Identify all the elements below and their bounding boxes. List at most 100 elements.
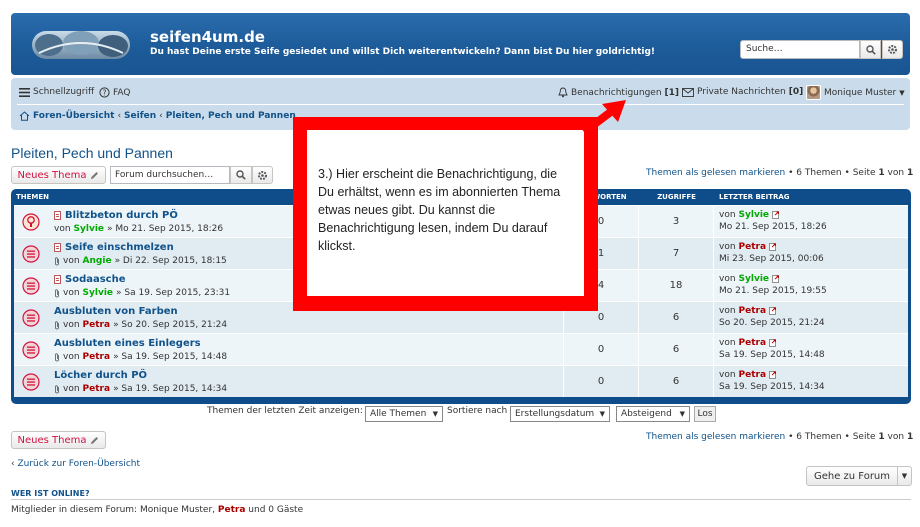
site-logo[interactable] [29,25,133,65]
chevron-left-icon: ‹ [11,459,15,469]
last-post-cell: von Sylvie Mo 21. Sep 2015, 19:55 [714,270,908,301]
topic-cell: Löcher durch PÖ von Petra» Sa 19. Sep 2015… [14,366,564,397]
last-post-date: Sa 19. Sep 2015, 14:34 [719,382,825,392]
go-to-post-icon[interactable] [769,243,777,251]
breadcrumb-item-index[interactable]: Foren-Übersicht [33,111,114,121]
topic-title[interactable]: Seife einschmelzen [65,242,174,253]
user-menu[interactable]: Monique Muster ▼ [806,85,905,100]
topic-author[interactable]: Sylvie [74,224,105,234]
svg-text:?: ? [103,88,107,97]
topic-meta: von Petra» Sa 19. Sep 2015, 14:34 [54,384,227,394]
page-title[interactable]: Pleiten, Pech und Pannen [11,145,173,161]
forum-advanced-search-button[interactable] [252,166,273,184]
topic-date: » So 20. Sep 2015, 21:24 [113,320,228,330]
go-to-post-icon[interactable] [769,371,777,379]
sort-order-value: Absteigend [621,409,672,419]
topic-author[interactable]: Sylvie [83,288,114,298]
home-icon [19,111,30,121]
last-post-author[interactable]: Sylvie [739,273,770,285]
forum-search-input[interactable]: Forum durchsuchen… [110,166,230,184]
back-to-index-link[interactable]: ‹ Zurück zur Foren-Übersicht [11,459,140,469]
envelope-icon [682,87,694,97]
topic-meta: von Petra» Sa 19. Sep 2015, 14:48 [54,352,227,362]
online-suffix: und 0 Gäste [248,505,304,515]
breadcrumb-item-seifen[interactable]: Seifen [124,111,156,121]
faq-link[interactable]: ? FAQ [99,87,130,98]
hamburger-icon [19,87,30,97]
topic-title[interactable]: Löcher durch PÖ [54,370,147,381]
site-title[interactable]: seifen4um.de [150,28,265,46]
page-label: Seite [852,432,876,442]
topic-row: Ausbluten eines Einlegers von Petra» Sa 19… [14,333,908,365]
breadcrumb-separator: ‹ [117,111,122,121]
online-user-petra[interactable]: Petra [218,505,246,515]
views-count: 18 [639,270,714,301]
gear-icon [258,170,267,180]
topic-meta: von Angie» Di 22. Sep 2015, 18:15 [54,256,227,266]
topic-date: » Di 22. Sep 2015, 18:15 [114,256,227,266]
last-post-author[interactable]: Petra [739,241,767,253]
chevron-down-icon: ▼ [897,467,911,485]
annotation-box: 3.) Hier erscheint die Benachrichtigung,… [293,117,598,311]
topic-title[interactable]: Ausbluten von Farben [54,306,178,317]
last-post-user-line: von Sylvie [719,209,903,221]
new-topic-button[interactable]: Neues Thema [11,166,106,184]
site-description: Du hast Deine erste Seife gesiedet und w… [150,47,656,57]
search-button[interactable] [860,40,881,59]
topic-author[interactable]: Petra [83,352,111,362]
go-to-post-icon[interactable] [769,307,777,315]
quicklinks-menu[interactable]: Schnellzugriff [19,87,94,97]
topic-date: » Sa 19. Sep 2015, 23:31 [116,288,231,298]
jump-to-forum-button[interactable]: Gehe zu Forum ▼ [806,466,912,486]
sort-order-select[interactable]: Absteigend ▼ [616,406,690,422]
go-to-post-icon[interactable] [769,339,777,347]
topic-author[interactable]: Petra [83,384,111,394]
topic-title[interactable]: Blitzbeton durch PÖ [65,210,178,221]
advanced-search-button[interactable] [882,40,903,59]
jump-label: Gehe zu Forum [813,470,891,482]
last-post-by: von [719,370,736,380]
views-count: 3 [639,206,714,237]
topic-title[interactable]: Sodaasche [65,274,126,285]
private-messages-link[interactable]: Private Nachrichten [0] [682,87,803,97]
last-post-date: Mi 23. Sep 2015, 00:06 [719,254,824,264]
last-post-author[interactable]: Petra [739,337,767,349]
topic-author[interactable]: Angie [83,256,112,266]
topic-icon [22,245,40,263]
page-label: Seite [852,168,876,178]
timeframe-select[interactable]: Alle Themen ▼ [365,406,443,422]
topic-date: » Sa 19. Sep 2015, 14:48 [113,352,228,362]
last-post-author[interactable]: Petra [739,305,767,317]
nav-divider [17,104,904,105]
online-users: Mitglieder in diesem Forum: Monique Must… [11,505,303,515]
go-to-post-icon[interactable] [772,211,780,219]
sort-go-button[interactable]: Los [694,406,716,422]
last-post-author[interactable]: Sylvie [739,209,770,221]
chevron-down-icon: ▼ [432,410,438,418]
show-topics-label: Themen der letzten Zeit anzeigen: [207,406,363,416]
chevron-down-icon: ▼ [899,88,905,97]
go-to-post-icon[interactable] [772,275,780,283]
forum-search-button[interactable] [230,166,252,184]
breadcrumb-separator: ‹ [159,111,163,121]
topic-author[interactable]: Petra [83,320,111,330]
search-input[interactable]: Suche… [740,40,860,59]
last-post-cell: von Petra Sa 19. Sep 2015, 14:48 [714,334,908,365]
topic-by: von [63,352,80,362]
mark-read-link[interactable]: Themen als gelesen markieren [646,432,785,442]
new-topic-button-bottom[interactable]: Neues Thema [11,431,106,449]
last-post-user-line: von Petra [719,337,903,349]
replies-count: 0 [564,366,639,397]
last-post-by: von [719,242,736,252]
online-prefix: Mitglieder in diesem Forum: Monique Must… [11,505,216,515]
views-count: 6 [639,366,714,397]
page-current: 1 [878,168,885,178]
topic-cell: Ausbluten eines Einlegers von Petra» Sa 19… [14,334,564,365]
topic-title[interactable]: Ausbluten eines Einlegers [54,338,201,349]
mark-read-link[interactable]: Themen als gelesen markieren [646,168,785,178]
views-count: 6 [639,302,714,333]
sort-key-select[interactable]: Erstellungsdatum ▼ [510,406,610,422]
views-count: 6 [639,334,714,365]
breadcrumb-item-forum[interactable]: Pleiten, Pech und Pannen [166,111,296,121]
last-post-author[interactable]: Petra [739,369,767,381]
